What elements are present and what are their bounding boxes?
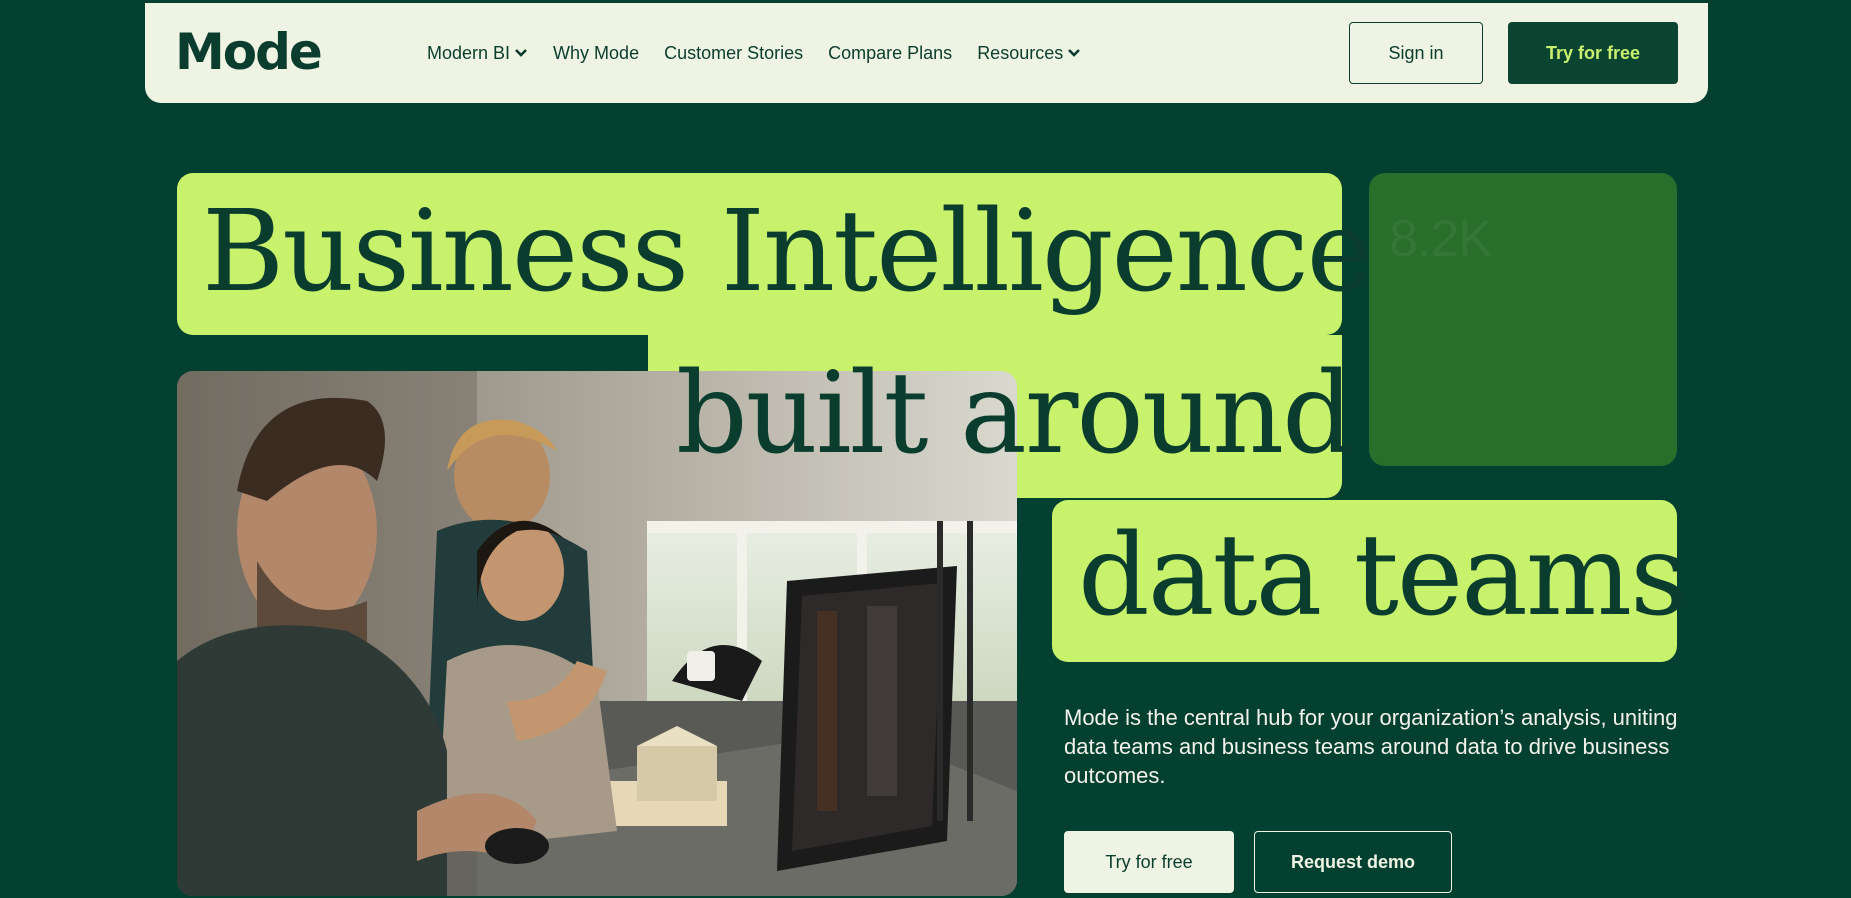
nav-modern-bi-label: Modern BI bbox=[427, 42, 511, 63]
nav-compare-plans-label: Compare Plans bbox=[828, 42, 953, 63]
hero-headline-line-2: built around bbox=[676, 349, 1354, 479]
nav-resources-label: Resources bbox=[977, 42, 1064, 63]
chevron-down-icon bbox=[515, 49, 527, 57]
stat-card: 8.2K bbox=[1369, 173, 1677, 466]
chevron-down-icon bbox=[1068, 49, 1081, 57]
nav-resources[interactable]: Resources bbox=[977, 43, 1081, 64]
try-for-free-nav-button[interactable]: Try for free bbox=[1508, 22, 1678, 84]
nav-compare-plans[interactable]: Compare Plans bbox=[828, 43, 952, 64]
nav-customer-stories[interactable]: Customer Stories bbox=[664, 43, 803, 64]
nav-why-mode[interactable]: Why Mode bbox=[553, 43, 639, 64]
top-nav: Mode Modern BI Why Mode Customer Stories… bbox=[145, 3, 1708, 103]
nav-links: Modern BI Why Mode Customer Stories Comp… bbox=[427, 3, 1081, 103]
try-for-free-button[interactable]: Try for free bbox=[1064, 831, 1234, 893]
mode-logo[interactable]: Mode bbox=[175, 27, 323, 77]
hero-description: Mode is the central hub for your organiz… bbox=[1064, 705, 1678, 788]
sign-in-button[interactable]: Sign in bbox=[1349, 22, 1483, 84]
nav-why-mode-label: Why Mode bbox=[553, 42, 640, 63]
nav-modern-bi[interactable]: Modern BI bbox=[427, 43, 528, 64]
stat-value: 8.2K bbox=[1389, 210, 1493, 268]
hero-headline-line-3: data teams bbox=[1078, 511, 1688, 641]
nav-customer-stories-label: Customer Stories bbox=[664, 42, 804, 63]
hero-headline-line-1: Business Intelligence bbox=[202, 187, 1373, 317]
request-demo-button[interactable]: Request demo bbox=[1254, 831, 1452, 893]
